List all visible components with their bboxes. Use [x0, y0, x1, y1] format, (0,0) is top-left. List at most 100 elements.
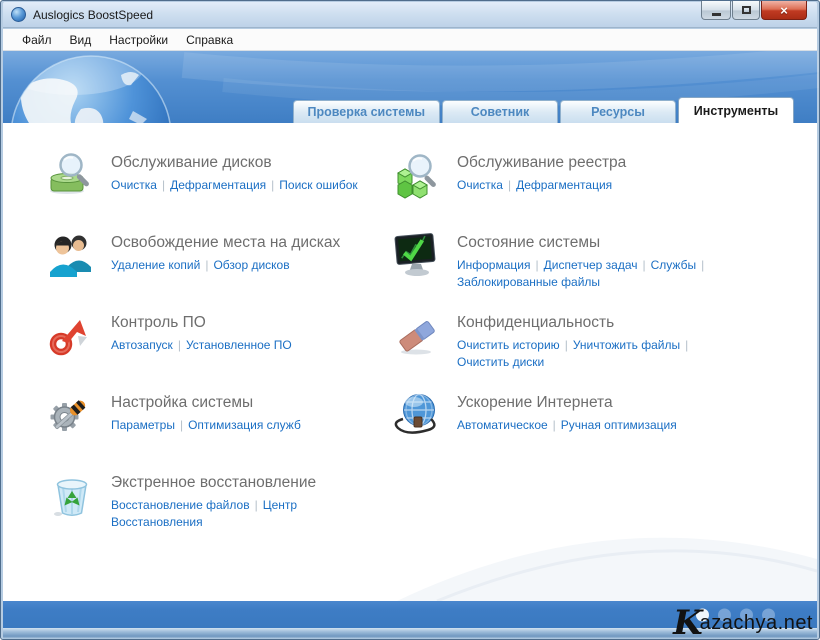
tool-group: Экстренное восстановление Восстановление …: [48, 469, 378, 549]
earth-globe-icon: [3, 51, 213, 123]
link-separator: |: [271, 178, 274, 192]
tool-group: Освобождение места на дискахУдаление коп…: [48, 229, 378, 309]
tool-title: Экстренное восстановление: [111, 473, 373, 493]
tool-link[interactable]: Установленное ПО: [186, 338, 292, 352]
tool-link[interactable]: Очистить историю: [457, 338, 560, 352]
tool-text: Настройка системы Параметры | Оптимизация с…: [111, 389, 373, 469]
tool-link[interactable]: Информация: [457, 258, 530, 272]
tool-link[interactable]: Удаление копий: [111, 258, 200, 272]
link-separator: |: [162, 178, 165, 192]
tool-title: Обслуживание реестра: [457, 153, 739, 173]
tool-link[interactable]: Дефрагментация: [170, 178, 266, 192]
tab[interactable]: Советник: [442, 100, 558, 123]
tab-bar: Проверка системыСоветникРесурсыИнструмен…: [293, 97, 794, 123]
tool-links: Удаление копий | Обзор дисков: [111, 257, 373, 274]
system-monitor-icon[interactable]: [394, 231, 442, 279]
app-globe-icon: [11, 7, 26, 22]
title-bar[interactable]: Auslogics BoostSpeed: [3, 2, 817, 28]
close-icon: ×: [780, 4, 788, 17]
tool-link[interactable]: Дефрагментация: [516, 178, 612, 192]
tool-link[interactable]: Диспетчер задач: [544, 258, 638, 272]
tab[interactable]: Ресурсы: [560, 100, 676, 123]
gear-screwdriver-icon[interactable]: [48, 391, 96, 439]
window-controls: ×: [701, 1, 807, 20]
tool-links: Автоматическое|Ручная оптимизация: [457, 417, 739, 434]
link-separator: |: [205, 258, 208, 272]
menu-item[interactable]: Справка: [177, 31, 242, 49]
tool-link[interactable]: Службы: [651, 258, 696, 272]
tool-links: Информация | Диспетчер задач | Службы | Заблок…: [457, 257, 739, 291]
tool-text: Освобождение места на дискахУдаление коп…: [111, 229, 373, 309]
minimize-icon: [712, 13, 721, 16]
tool-text: Обслуживание реестра Очистка | Дефрагментац…: [457, 149, 739, 229]
tool-text: Контроль ПО Автозапуск|Установленное ПО: [111, 309, 373, 389]
tool-link[interactable]: Очистить диски: [457, 355, 544, 369]
close-button[interactable]: ×: [761, 1, 807, 20]
tools-column-left: Обслуживание дисков Очистка | Дефрагментаци…: [48, 149, 378, 549]
tool-link[interactable]: Ручная оптимизация: [561, 418, 677, 432]
tool-text: Обслуживание дисков Очистка | Дефрагментаци…: [111, 149, 373, 229]
app-window: Auslogics BoostSpeed × ФайлВидНастройкиС…: [0, 0, 820, 640]
tool-links: Автозапуск|Установленное ПО: [111, 337, 373, 354]
tool-links: Очистка | Дефрагментация | Поиск ошибок: [111, 177, 373, 194]
tool-link[interactable]: Параметры: [111, 418, 175, 432]
link-separator: |: [180, 418, 183, 432]
duplicate-users-icon[interactable]: [48, 231, 96, 279]
link-separator: |: [565, 338, 568, 352]
tool-links: Очистить историю | Уничтожить файлы | Очисти…: [457, 337, 739, 371]
tool-link[interactable]: Оптимизация служб: [188, 418, 301, 432]
link-separator: |: [508, 178, 511, 192]
tool-group: Обслуживание дисков Очистка | Дефрагментаци…: [48, 149, 378, 229]
software-control-icon[interactable]: [48, 311, 96, 359]
tool-link[interactable]: Очистка: [457, 178, 503, 192]
tool-link[interactable]: Очистка: [111, 178, 157, 192]
tool-text: Состояние системы Информация | Диспетчер за…: [457, 229, 739, 309]
header-banner: Проверка системыСоветникРесурсыИнструмен…: [3, 51, 817, 123]
tool-link[interactable]: Автоматическое: [457, 418, 548, 432]
internet-globe-icon[interactable]: [394, 391, 442, 439]
tool-title: Обслуживание дисков: [111, 153, 373, 173]
tab[interactable]: Проверка системы: [293, 100, 440, 123]
tool-link[interactable]: Уничтожить файлы: [573, 338, 680, 352]
minimize-button[interactable]: [701, 1, 731, 20]
tool-links: Параметры | Оптимизация служб: [111, 417, 373, 434]
tab[interactable]: Инструменты: [678, 97, 794, 123]
tool-group: Контроль ПО Автозапуск|Установленное ПО: [48, 309, 378, 389]
registry-search-icon[interactable]: [394, 151, 442, 199]
tool-link[interactable]: Поиск ошибок: [279, 178, 357, 192]
tool-title: Состояние системы: [457, 233, 739, 253]
disk-search-icon[interactable]: [48, 151, 96, 199]
privacy-eraser-icon[interactable]: [394, 311, 442, 359]
menu-bar: ФайлВидНастройкиСправка: [3, 29, 817, 51]
tool-group: Обслуживание реестра Очистка | Дефрагментац…: [394, 149, 739, 229]
tool-group: Состояние системы Информация | Диспетчер за…: [394, 229, 739, 309]
link-separator: |: [642, 258, 645, 272]
watermark: K azachya.net: [673, 606, 813, 633]
link-separator: |: [535, 258, 538, 272]
tool-group: КонфиденциальностьОчистить историю|Уничт…: [394, 309, 739, 389]
tools-column-right: Обслуживание реестра Очистка | Дефрагментац…: [394, 149, 739, 469]
tool-link[interactable]: Заблокированные файлы: [457, 275, 600, 289]
maximize-button[interactable]: [732, 1, 760, 20]
tool-link[interactable]: Обзор дисков: [213, 258, 289, 272]
tool-title: Настройка системы: [111, 393, 373, 413]
watermark-text: azachya.net: [700, 613, 813, 633]
watermark-initial: K: [673, 606, 703, 640]
tool-links: Восстановление файлов|Центр Восстановлен…: [111, 497, 373, 531]
link-separator: |: [685, 338, 688, 352]
tool-link[interactable]: Автозапуск: [111, 338, 173, 352]
tool-text: КонфиденциальностьОчистить историю|Уничт…: [457, 309, 739, 389]
window-title: Auslogics BoostSpeed: [33, 8, 153, 22]
tool-link[interactable]: Восстановление файлов: [111, 498, 250, 512]
maximize-icon: [742, 6, 751, 14]
menu-item[interactable]: Настройки: [100, 31, 177, 49]
link-separator: |: [701, 258, 704, 272]
tool-title: Контроль ПО: [111, 313, 373, 333]
menu-item[interactable]: Вид: [61, 31, 101, 49]
tool-group: Ускорение Интернета Автоматическое|Ручная…: [394, 389, 739, 469]
tool-title: Ускорение Интернета: [457, 393, 739, 413]
tool-group: Настройка системы Параметры | Оптимизация с…: [48, 389, 378, 469]
recycle-bin-icon[interactable]: [48, 471, 96, 519]
tool-text: Ускорение Интернета Автоматическое|Ручная…: [457, 389, 739, 469]
menu-item[interactable]: Файл: [13, 31, 61, 49]
